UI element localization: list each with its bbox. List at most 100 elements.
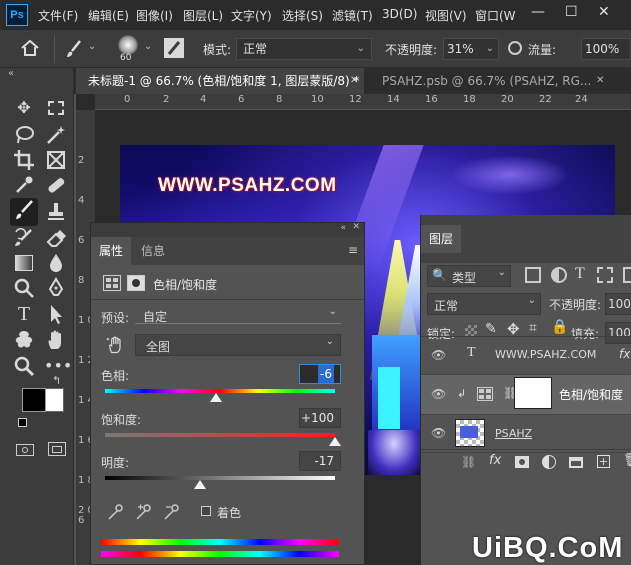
brush-tool-active-icon[interactable] [10,198,38,226]
close-tab-icon[interactable]: ✕ [350,68,358,94]
menu-filter[interactable]: 滤镜(T) [332,7,373,24]
link-layers-icon[interactable]: ⛓ [461,455,476,469]
default-colors-icon[interactable] [18,418,27,427]
visibility-eye-icon[interactable]: 👁 [431,387,446,401]
pen-tool-icon[interactable] [44,276,68,300]
add-style-icon[interactable]: fx [489,453,501,468]
menu-layer[interactable]: 图层(L) [183,7,223,24]
flow-field[interactable]: 100% [581,38,631,60]
lock-artboard-icon[interactable]: ⌗ [529,320,537,336]
close-button[interactable]: ✕ [598,4,610,20]
zoom-tool-icon[interactable] [12,354,36,378]
close-tab-icon[interactable]: ✕ [596,68,604,94]
hue-input[interactable]: -6 [299,364,341,384]
saturation-input[interactable]: +100 [299,408,341,428]
filter-adjustment-icon[interactable] [551,267,567,283]
eraser-tool-icon[interactable] [44,226,68,250]
pressure-opacity-icon[interactable] [508,41,522,55]
path-selection-tool-icon[interactable] [44,302,68,326]
history-brush-tool-icon[interactable] [12,226,36,250]
screen-mode-icon[interactable] [48,442,66,456]
chevron-down-icon[interactable]: ⌄ [88,41,96,52]
lightness-slider-track[interactable] [105,476,335,480]
eyedropper-plus-icon[interactable] [135,503,153,521]
layer-mask-icon[interactable] [127,275,145,291]
frame-tool-icon[interactable] [44,148,68,172]
lock-pixels-icon[interactable]: ✎ [485,321,497,337]
collapse-panel-icon[interactable]: « [340,223,346,233]
brush-tool-icon[interactable] [64,39,84,59]
layer-row-psahz[interactable]: 👁 PSAHZ [421,415,631,453]
swap-colors-icon[interactable]: ↰ [52,374,61,387]
brush-preview-icon[interactable] [118,35,138,55]
add-mask-icon[interactable] [515,456,529,468]
layer-filter-dropdown[interactable]: 🔍 类型 ⌄ [427,265,511,287]
range-dropdown[interactable]: 全图 ⌄ [135,334,341,356]
new-group-icon[interactable] [569,457,583,468]
saturation-slider-thumb[interactable] [329,437,341,446]
healing-brush-tool-icon[interactable] [44,173,68,197]
crop-tool-icon[interactable] [12,148,36,172]
visibility-eye-icon[interactable]: 👁 [431,348,446,362]
clone-stamp-tool-icon[interactable] [44,200,68,224]
opacity-field[interactable]: 31% ⌄ [443,38,499,60]
marquee-tool-icon[interactable] [44,96,68,120]
targeted-adjustment-hand-icon[interactable] [105,335,125,355]
menu-view[interactable]: 视图(V) [425,7,467,24]
lock-all-icon[interactable]: 🔒 [551,319,568,335]
menu-window[interactable]: 窗口(W [475,7,516,24]
close-panel-icon[interactable]: ✕ [352,222,360,232]
new-adjustment-icon[interactable] [542,455,556,469]
eyedropper-minus-icon[interactable] [163,503,181,521]
lightness-slider-thumb[interactable] [194,480,207,489]
dodge-tool-icon[interactable] [12,276,36,300]
visibility-eye-icon[interactable]: 👁 [431,426,446,440]
type-tool-icon[interactable]: T [12,302,36,326]
filter-shape-icon[interactable] [597,267,613,283]
layer-row-hue-saturation[interactable]: 👁 ↲ ⛓ 色相/饱和度 [421,375,631,415]
blur-tool-icon[interactable] [44,251,68,275]
menu-edit[interactable]: 编辑(E) [88,7,129,24]
hand-tool-icon[interactable] [44,328,68,352]
delete-layer-icon[interactable]: 🗑 [623,453,631,468]
custom-shape-tool-icon[interactable] [12,328,36,352]
menu-type[interactable]: 文字(Y) [231,7,272,24]
adjustment-layer-icon[interactable] [103,275,121,291]
blend-mode-dropdown[interactable]: 正常 ⌄ [427,293,541,315]
foreground-color-swatch[interactable] [22,388,46,412]
layer-mask-thumbnail[interactable] [514,377,552,409]
filter-type-icon[interactable]: T [575,265,585,283]
filter-smart-object-icon[interactable] [623,267,631,283]
menu-select[interactable]: 选择(S) [282,7,323,24]
layer-opacity-field[interactable]: 100 [605,293,631,315]
tab-layers[interactable]: 图层 [421,225,462,253]
colorize-checkbox[interactable] [201,506,211,516]
panel-menu-icon[interactable]: ≡ [348,243,358,257]
home-icon[interactable] [20,39,40,57]
menu-3d[interactable]: 3D(D) [382,7,417,21]
lasso-tool-icon[interactable] [12,123,36,147]
menu-image[interactable]: 图像(I) [136,7,173,24]
menu-file[interactable]: 文件(F) [38,7,78,24]
quick-mask-icon[interactable] [16,444,34,456]
minimize-button[interactable]: — [531,4,545,20]
magic-wand-tool-icon[interactable] [44,123,68,147]
collapse-icon[interactable]: « [8,68,14,79]
move-tool-icon[interactable]: ✥ [12,96,36,120]
tab-untitled-1[interactable]: 未标题-1 @ 66.7% (色相/饱和度 1, 图层蒙版/8) * ✕ [76,68,364,94]
tab-properties[interactable]: 属性 [91,237,132,265]
maximize-button[interactable]: ☐ [565,4,578,20]
chevron-down-icon[interactable]: ⌄ [144,41,152,52]
eyedropper-tool-icon[interactable] [12,173,36,197]
lightness-input[interactable]: -17 [299,451,341,471]
tab-psahz[interactable]: PSAHZ.psb @ 66.7% (PSAHZ, RG... ✕ [370,68,631,94]
preset-dropdown[interactable]: 自定 ⌄ [135,306,341,324]
saturation-slider-track[interactable] [105,433,335,437]
brush-panel-icon[interactable] [164,38,184,58]
new-layer-icon[interactable]: + [597,455,610,468]
tab-info[interactable]: 信息 [133,237,173,265]
filter-pixel-icon[interactable] [525,267,541,283]
hue-slider-thumb[interactable] [210,393,223,402]
layer-effects-icon[interactable]: fx [619,347,630,361]
eyedropper-icon[interactable] [107,503,123,521]
